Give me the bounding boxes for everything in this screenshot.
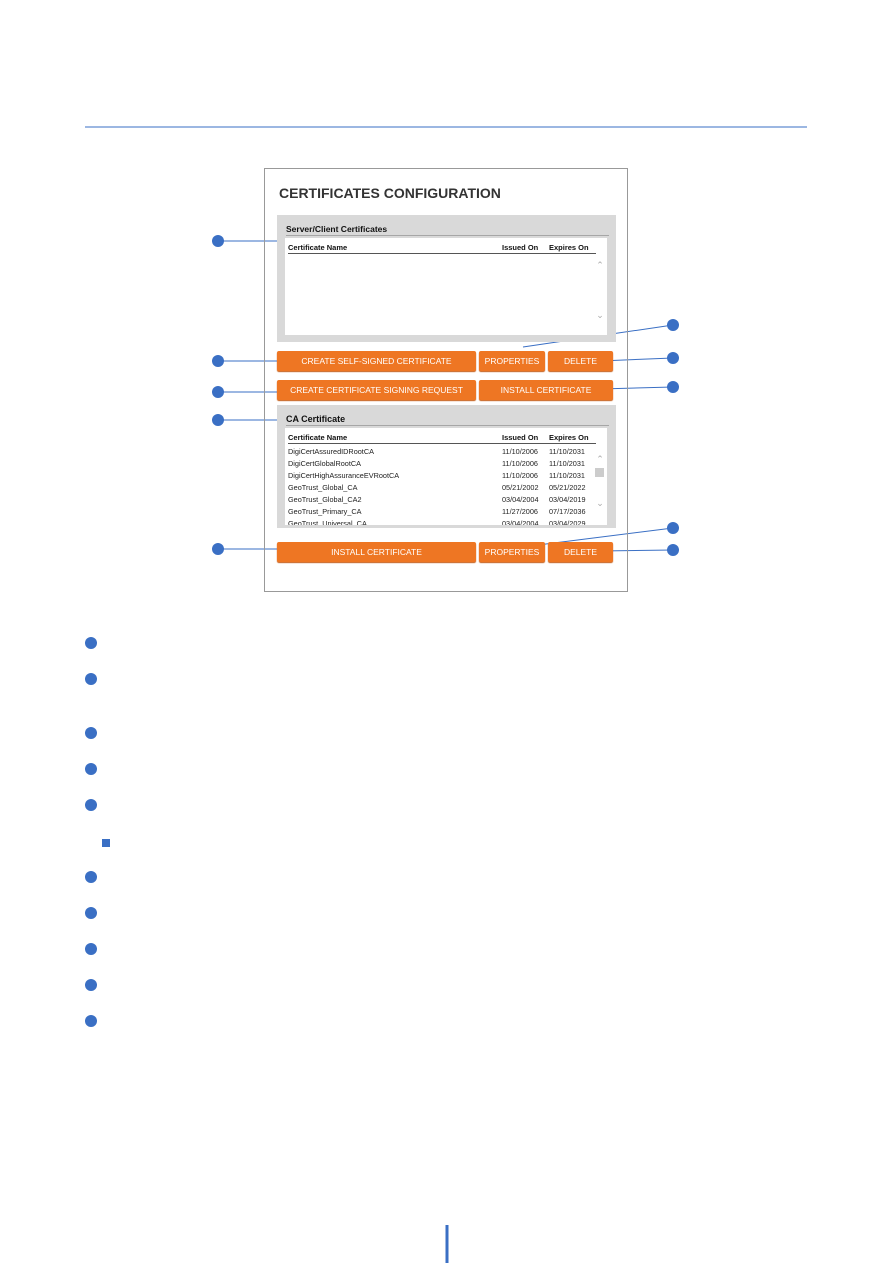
cert-name: GeoTrust_Global_CA: [288, 483, 358, 492]
expires-on: 07/17/2036: [549, 507, 586, 516]
ca-install-certificate-button[interactable]: INSTALL CERTIFICATE: [277, 542, 476, 562]
cert-name: GeoTrust_Primary_CA: [288, 507, 362, 516]
cert-name: DigiCertAssuredIDRootCA: [288, 447, 374, 456]
create-csr-button[interactable]: CREATE CERTIFICATE SIGNING REQUEST: [277, 380, 476, 400]
ca-certificate-list[interactable]: Certificate Name Issued On Expires On Di…: [285, 428, 607, 525]
col-name[interactable]: Certificate Name: [288, 243, 347, 252]
expires-on: 11/10/2031: [549, 459, 585, 468]
scrollbar-thumb[interactable]: [595, 468, 604, 477]
expires-on: 03/04/2019: [549, 495, 586, 504]
cert-name: DigiCertHighAssuranceEVRootCA: [288, 471, 400, 480]
ca-properties-button[interactable]: PROPERTIES: [479, 542, 545, 562]
list-header: Certificate Name Issued On Expires On: [288, 432, 596, 444]
expires-on: 11/10/2031: [549, 471, 585, 480]
col-expires[interactable]: Expires On: [549, 433, 589, 442]
col-issued[interactable]: Issued On: [502, 243, 538, 252]
install-certificate-button[interactable]: INSTALL CERTIFICATE: [479, 380, 613, 400]
col-name[interactable]: Certificate Name: [288, 433, 347, 442]
chevron-up-icon[interactable]: ⌃: [595, 454, 605, 465]
server-certificate-list[interactable]: Certificate Name Issued On Expires On ⌃ …: [285, 238, 607, 335]
ca-certificate-section: CA Certificate Certificate Name Issued O…: [277, 405, 616, 528]
ca-delete-button[interactable]: DELETE: [548, 542, 613, 562]
table-row[interactable]: GeoTrust_Primary_CA 11/27/2006 07/17/2036: [288, 506, 596, 518]
expires-on: 11/10/2031: [549, 447, 585, 456]
note-icon: [102, 839, 110, 847]
cert-name: GeoTrust_Global_CA2: [288, 495, 362, 504]
issued-on: 11/10/2006: [502, 471, 538, 480]
expires-on: 03/04/2029: [549, 519, 586, 525]
list-header: Certificate Name Issued On Expires On: [288, 242, 596, 254]
issued-on: 03/04/2004: [502, 519, 539, 525]
chevron-down-icon[interactable]: ⌄: [595, 498, 605, 509]
col-expires[interactable]: Expires On: [549, 243, 589, 252]
section-title: Server/Client Certificates: [286, 224, 609, 236]
create-self-signed-button[interactable]: CREATE SELF-SIGNED CERTIFICATE: [277, 351, 476, 371]
table-row[interactable]: GeoTrust_Global_CA2 03/04/2004 03/04/2019: [288, 494, 596, 506]
col-issued[interactable]: Issued On: [502, 433, 538, 442]
table-row[interactable]: GeoTrust_Universal_CA 03/04/2004 03/04/202…: [288, 518, 596, 525]
issued-on: 11/10/2006: [502, 459, 538, 468]
delete-button[interactable]: DELETE: [548, 351, 613, 371]
table-row[interactable]: DigiCertHighAssuranceEVRootCA 11/10/2006 1…: [288, 470, 596, 482]
properties-button[interactable]: PROPERTIES: [479, 351, 545, 371]
server-certificates-section: Server/Client Certificates Certificate N…: [277, 215, 616, 342]
issued-on: 05/21/2002: [502, 483, 539, 492]
page-title: CERTIFICATES CONFIGURATION: [279, 185, 501, 201]
cert-name: DigiCertGlobalRootCA: [288, 459, 361, 468]
chevron-up-icon[interactable]: ⌃: [595, 260, 605, 271]
issued-on: 03/04/2004: [502, 495, 539, 504]
cert-name: GeoTrust_Universal_CA: [288, 519, 367, 525]
issued-on: 11/27/2006: [502, 507, 538, 516]
expires-on: 05/21/2022: [549, 483, 586, 492]
table-row[interactable]: DigiCertGlobalRootCA 11/10/2006 11/10/2031: [288, 458, 596, 470]
table-row[interactable]: DigiCertAssuredIDRootCA 11/10/2006 11/10/2…: [288, 446, 596, 458]
chevron-down-icon[interactable]: ⌄: [595, 310, 605, 321]
section-title: CA Certificate: [286, 414, 609, 426]
table-row[interactable]: GeoTrust_Global_CA 05/21/2002 05/21/2022: [288, 482, 596, 494]
issued-on: 11/10/2006: [502, 447, 538, 456]
